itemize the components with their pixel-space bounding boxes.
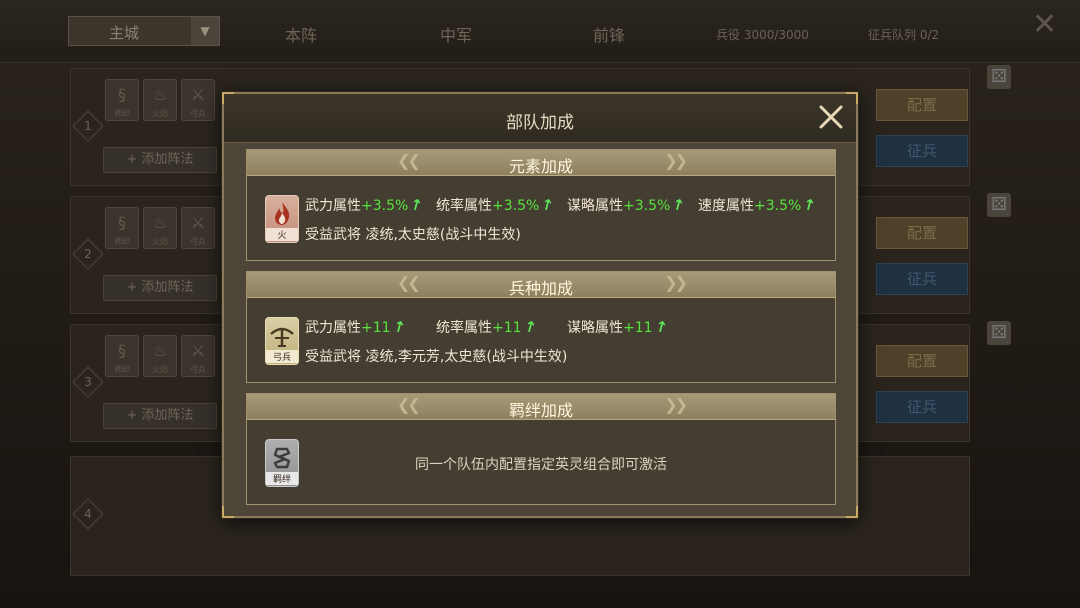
crossbow-icon: ⚔ bbox=[190, 213, 206, 232]
config-button[interactable]: 配置 bbox=[876, 217, 968, 249]
arrow-up-icon: ↑ bbox=[408, 194, 426, 216]
archer-troop-badge: 弓兵 bbox=[265, 317, 299, 365]
arrow-up-icon: ↑ bbox=[539, 194, 557, 216]
slot-troop[interactable]: ⚔ 弓兵 bbox=[181, 79, 215, 121]
attr-speed: 速度属性+3.5%↑ bbox=[698, 194, 819, 216]
dice-icon[interactable]: ⚄ bbox=[987, 65, 1011, 89]
dialog-title: 部队加成 bbox=[506, 113, 574, 133]
close-icon[interactable] bbox=[814, 100, 848, 134]
close-icon[interactable]: ✕ bbox=[1032, 10, 1057, 40]
city-select[interactable]: 主城 ▼ bbox=[68, 16, 220, 46]
crossbow-icon bbox=[270, 327, 294, 347]
fire-element-badge: 火 bbox=[265, 195, 299, 243]
benefit-generals: 受益武将 凌统,太史慈(战斗中生效) bbox=[305, 227, 521, 243]
recruit-button[interactable]: 征兵 bbox=[876, 263, 968, 295]
slot-seal[interactable]: § 帅印 bbox=[105, 207, 139, 249]
bond-hint: 同一个队伍内配置指定英灵组合即可激活 bbox=[415, 457, 667, 473]
bond-bonus-section: ❮❮ 羁绊加成 ❯❯ 羁绊 同一个队伍内配置指定英灵组合即可激活 bbox=[246, 393, 836, 505]
top-bar: 主城 ▼ 本阵 中军 前锋 兵役 3000/3000 征兵队列 0/2 ✕ bbox=[0, 0, 1080, 63]
config-button[interactable]: 配置 bbox=[876, 345, 968, 377]
section-title: 兵种加成 bbox=[508, 279, 573, 298]
section-title: 羁绊加成 bbox=[508, 401, 573, 420]
arrow-up-icon: ↑ bbox=[670, 194, 688, 216]
slot-seal[interactable]: § 帅印 bbox=[105, 335, 139, 377]
slot-seal[interactable]: § 帅印 bbox=[105, 79, 139, 121]
badge-label: 火 bbox=[266, 228, 298, 241]
attr-force: 武力属性+3.5%↑ bbox=[305, 194, 426, 216]
recruit-button[interactable]: 征兵 bbox=[876, 135, 968, 167]
benefit-generals: 受益武将 凌统,李元芳,太史慈(战斗中生效) bbox=[305, 349, 568, 365]
seal-icon: § bbox=[118, 85, 126, 104]
seal-icon: § bbox=[118, 213, 126, 232]
section-title: 元素加成 bbox=[508, 157, 573, 176]
city-select-label: 主城 bbox=[109, 24, 140, 42]
tab-benzhen[interactable]: 本阵 bbox=[285, 22, 317, 46]
recruit-button[interactable]: 征兵 bbox=[876, 391, 968, 423]
corner-ornament bbox=[846, 506, 858, 518]
row-number-badge: 4 bbox=[72, 498, 104, 530]
attr-force: 武力属性+11↑ bbox=[305, 316, 408, 338]
slot-troop[interactable]: ⚔ 弓兵 bbox=[181, 335, 215, 377]
tab-qianfeng[interactable]: 前锋 bbox=[593, 22, 625, 46]
section-header: ❮❮ 羁绊加成 ❯❯ bbox=[247, 394, 835, 420]
dialog-header: 部队加成 bbox=[224, 94, 856, 143]
fire-icon: ♨ bbox=[152, 341, 168, 360]
troop-bonus-dialog: 部队加成 ❮❮ 元素加成 ❯❯ 火 武力属性+3.5%↑ 统率属性+3.5%↑ … bbox=[222, 92, 858, 518]
dice-icon[interactable]: ⚄ bbox=[987, 193, 1011, 217]
row-number-badge: 2 bbox=[72, 238, 104, 270]
arrow-up-icon: ↑ bbox=[801, 194, 819, 216]
add-tactic-button[interactable]: + 添加阵法 bbox=[103, 403, 217, 429]
attr-strategy: 谋略属性+3.5%↑ bbox=[567, 194, 688, 216]
attr-strategy: 谋略属性+11↑ bbox=[567, 316, 670, 338]
config-button[interactable]: 配置 bbox=[876, 89, 968, 121]
seal-icon: § bbox=[118, 341, 126, 360]
slot-element[interactable]: ♨ 火焰 bbox=[143, 335, 177, 377]
fire-icon: ♨ bbox=[152, 85, 168, 104]
section-header: ❮❮ 兵种加成 ❯❯ bbox=[247, 272, 835, 298]
chevron-right-ornament: ❯❯ bbox=[664, 273, 688, 292]
troop-bonus-section: ❮❮ 兵种加成 ❯❯ 弓兵 武力属性+11↑ 统率属性+11↑ 谋略属性+11↑… bbox=[246, 271, 836, 383]
fire-icon: ♨ bbox=[152, 213, 168, 232]
arrow-up-icon: ↑ bbox=[390, 316, 408, 338]
slot-element[interactable]: ♨ 火焰 bbox=[143, 207, 177, 249]
fire-icon bbox=[275, 202, 290, 225]
slot-element[interactable]: ♨ 火焰 bbox=[143, 79, 177, 121]
dice-icon[interactable]: ⚄ bbox=[987, 321, 1011, 345]
row-number-badge: 1 bbox=[72, 110, 104, 142]
add-tactic-button[interactable]: + 添加阵法 bbox=[103, 147, 217, 173]
attr-command: 统率属性+11↑ bbox=[436, 316, 539, 338]
arrow-up-icon: ↑ bbox=[521, 316, 539, 338]
row-number-badge: 3 bbox=[72, 366, 104, 398]
chevron-right-ornament: ❯❯ bbox=[664, 151, 688, 170]
queue-count: 征兵队列 0/2 bbox=[868, 28, 940, 42]
chevron-right-ornament: ❯❯ bbox=[664, 395, 688, 414]
section-header: ❮❮ 元素加成 ❯❯ bbox=[247, 150, 835, 176]
crossbow-icon: ⚔ bbox=[190, 341, 206, 360]
chevron-down-icon: ▼ bbox=[191, 17, 219, 45]
badge-label: 弓兵 bbox=[266, 350, 298, 363]
slot-troop[interactable]: ⚔ 弓兵 bbox=[181, 207, 215, 249]
attr-command: 统率属性+3.5%↑ bbox=[436, 194, 557, 216]
troops-count: 兵役 3000/3000 bbox=[716, 28, 809, 42]
arrow-up-icon: ↑ bbox=[652, 316, 670, 338]
tab-zhongjun[interactable]: 中军 bbox=[440, 22, 472, 46]
corner-ornament bbox=[222, 506, 234, 518]
element-bonus-section: ❮❮ 元素加成 ❯❯ 火 武力属性+3.5%↑ 统率属性+3.5%↑ 谋略属性+… bbox=[246, 149, 836, 261]
add-tactic-button[interactable]: + 添加阵法 bbox=[103, 275, 217, 301]
crossbow-icon: ⚔ bbox=[190, 85, 206, 104]
